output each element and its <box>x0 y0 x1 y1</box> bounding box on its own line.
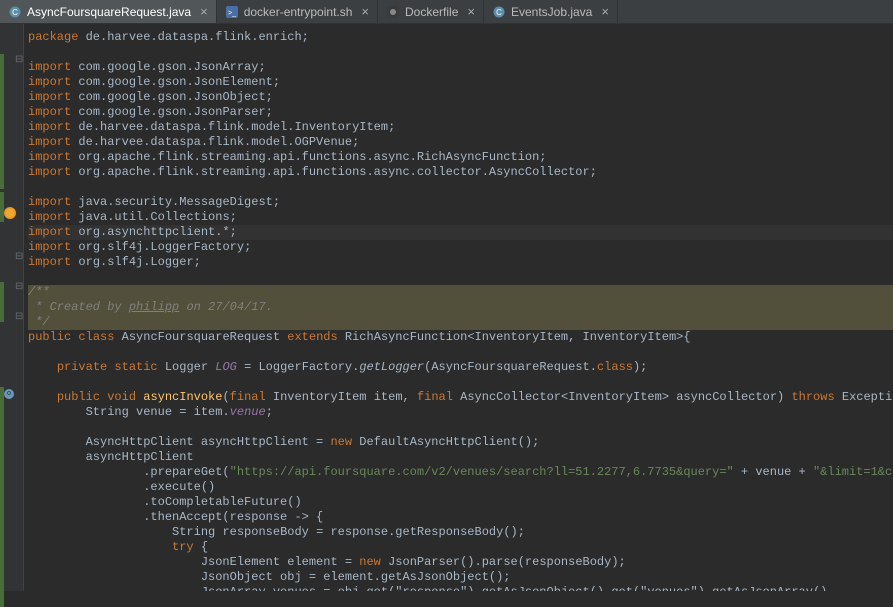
fold-icon[interactable]: ⊟ <box>15 314 23 322</box>
code-editor[interactable]: ⊟ ⊟ ⊟ ⊟ o package de.harvee.dataspa.flin… <box>0 24 893 591</box>
close-icon[interactable]: × <box>196 4 208 19</box>
svg-text:C: C <box>496 8 502 17</box>
code-area[interactable]: package de.harvee.dataspa.flink.enrich; … <box>24 24 893 591</box>
diff-added-marker <box>0 282 4 322</box>
tab-events-job[interactable]: C EventsJob.java × <box>484 0 618 23</box>
tab-label: docker-entrypoint.sh <box>244 5 353 19</box>
fold-icon[interactable]: ⊟ <box>15 284 23 292</box>
fold-icon[interactable]: ⊟ <box>15 254 23 262</box>
gutter[interactable]: ⊟ ⊟ ⊟ ⊟ o <box>0 24 24 591</box>
close-icon[interactable]: × <box>597 4 609 19</box>
java-class-icon: C <box>492 5 506 19</box>
tab-label: AsyncFoursquareRequest.java <box>27 5 191 19</box>
tab-docker-entrypoint[interactable]: >_ docker-entrypoint.sh × <box>217 0 378 23</box>
doc-comment: /** * Created by philipp on 27/04/17. */ <box>28 285 893 330</box>
close-icon[interactable]: × <box>463 4 475 19</box>
editor-tabs: C AsyncFoursquareRequest.java × >_ docke… <box>0 0 893 24</box>
close-icon[interactable]: × <box>357 4 369 19</box>
override-icon[interactable]: o <box>4 389 14 399</box>
svg-text:>_: >_ <box>228 10 236 17</box>
tab-async-foursquare[interactable]: C AsyncFoursquareRequest.java × <box>0 0 217 23</box>
fold-icon[interactable]: ⊟ <box>15 57 23 65</box>
diff-added-marker <box>0 387 4 607</box>
docker-icon <box>386 5 400 19</box>
java-class-icon: C <box>8 5 22 19</box>
tab-label: Dockerfile <box>405 5 458 19</box>
svg-text:C: C <box>12 8 18 17</box>
tab-label: EventsJob.java <box>511 5 592 19</box>
bulb-icon[interactable] <box>4 207 14 217</box>
shell-icon: >_ <box>225 5 239 19</box>
tab-dockerfile[interactable]: Dockerfile × <box>378 0 484 23</box>
diff-added-marker <box>0 192 4 222</box>
diff-added-marker <box>0 54 4 189</box>
